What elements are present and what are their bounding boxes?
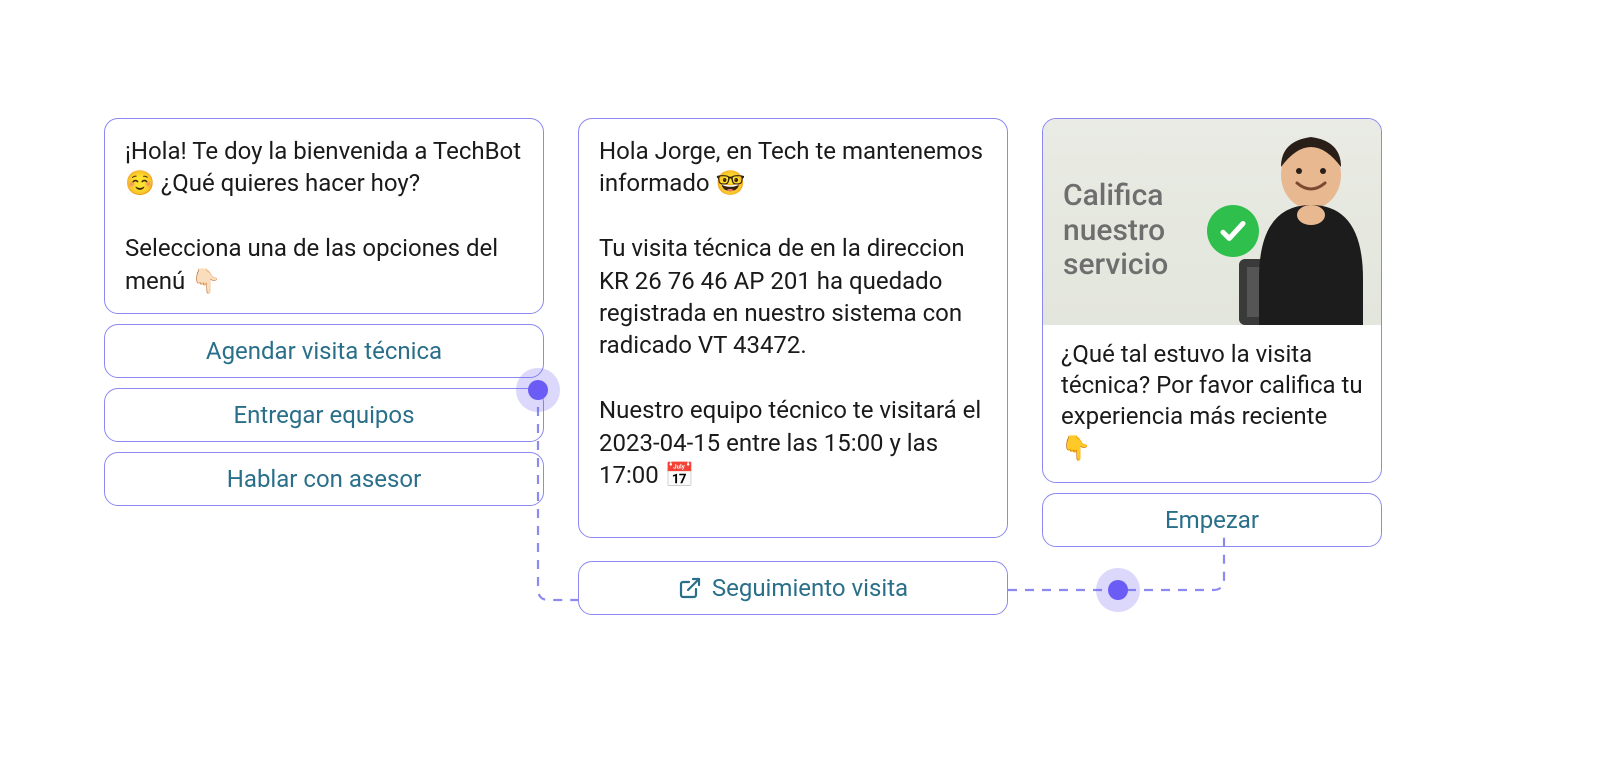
flow-anchor-dot [1108, 580, 1128, 600]
technician-illustration [1219, 119, 1375, 325]
option-label: Hablar con asesor [227, 465, 421, 493]
confirmation-node: Hola Jorge, en Tech te mantenemos inform… [578, 118, 1008, 548]
option-start-rating[interactable]: Empezar [1042, 493, 1382, 547]
rating-card-image-caption: Califica nuestro servicio [1063, 179, 1168, 283]
option-label: Entregar equipos [234, 401, 415, 429]
confirmation-message: Hola Jorge, en Tech te mantenemos inform… [578, 118, 1008, 538]
rating-card-text: ¿Qué tal estuvo la visita técnica? Por f… [1043, 325, 1381, 482]
rating-card: Califica nuestro servicio [1042, 118, 1382, 483]
chatbot-flow-diagram: ¡Hola! Te doy la bienvenida a TechBot ☺️… [0, 0, 1600, 763]
option-return-equipment[interactable]: Entregar equipos [104, 388, 544, 442]
welcome-node: ¡Hola! Te doy la bienvenida a TechBot ☺️… [104, 118, 544, 516]
option-label: Seguimiento visita [712, 574, 908, 602]
external-link-icon [678, 576, 702, 600]
option-label: Agendar visita técnica [206, 337, 442, 365]
rating-card-image: Califica nuestro servicio [1043, 119, 1381, 325]
welcome-message: ¡Hola! Te doy la bienvenida a TechBot ☺️… [104, 118, 544, 314]
option-label: Empezar [1165, 506, 1259, 534]
option-schedule-visit[interactable]: Agendar visita técnica [104, 324, 544, 378]
option-follow-visit[interactable]: Seguimiento visita [578, 561, 1008, 615]
option-talk-to-agent[interactable]: Hablar con asesor [104, 452, 544, 506]
rating-node: Califica nuestro servicio [1042, 118, 1382, 557]
flow-anchor-dot [528, 380, 548, 400]
